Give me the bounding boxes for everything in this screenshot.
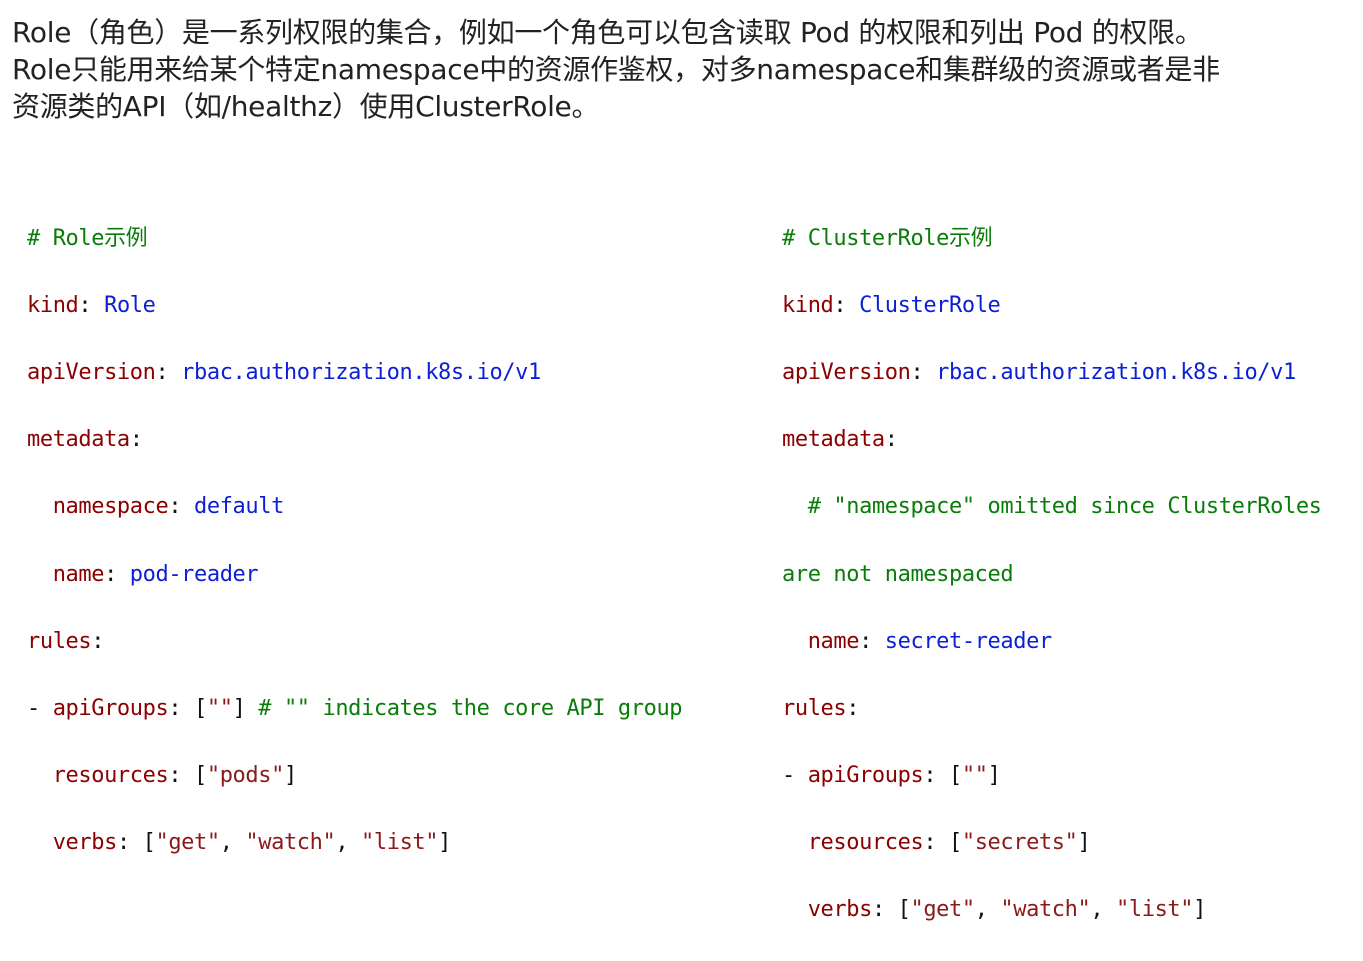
role-name-key: name <box>52 561 105 587</box>
clusterrole-name-value: secret-reader <box>884 628 1052 654</box>
intro-line-3: 资源类的API（如/healthz）使用ClusterRole。 <box>12 90 600 123</box>
role-metadata-key: metadata <box>27 427 130 453</box>
role-resources-value: "pods" <box>206 763 284 789</box>
clusterrole-verb-get: "get" <box>910 897 975 923</box>
role-name-value: pod-reader <box>129 561 259 587</box>
role-rules-key: rules <box>27 628 92 654</box>
role-resources-key: resources <box>52 763 169 789</box>
clusterrole-verb-list: "list" <box>1116 897 1194 923</box>
clusterrole-namespace-comment-2: are not namespaced <box>782 561 1014 587</box>
role-verb-get: "get" <box>155 830 220 856</box>
clusterrole-rules-key: rules <box>782 695 847 721</box>
role-apigroups-comment: # "" indicates the core API group <box>258 695 683 721</box>
role-namespace-key: namespace <box>52 494 169 520</box>
clusterrole-resources-value: "secrets" <box>961 830 1078 856</box>
role-verb-list: "list" <box>361 830 439 856</box>
clusterrole-apiversion-key: apiVersion <box>782 359 911 385</box>
role-namespace-value: default <box>194 494 284 520</box>
intro-line-2: Role只能用来给某个特定namespace中的资源作鉴权，对多namespac… <box>12 53 1220 86</box>
clusterrole-apigroups-value: "" <box>961 763 988 789</box>
role-verbs-key: verbs <box>52 830 118 856</box>
clusterrole-comment: # ClusterRole示例 <box>782 225 993 251</box>
clusterrole-apiversion-value: rbac.authorization.k8s.io/v1 <box>936 359 1296 385</box>
intro-paragraph: Role（角色）是一系列权限的集合，例如一个角色可以包含读取 Pod 的权限和列… <box>12 14 1357 125</box>
clusterrole-verbs-key: verbs <box>807 897 873 923</box>
clusterrole-kind-key: kind <box>782 292 834 318</box>
role-kind-value: Role <box>104 292 156 318</box>
clusterrole-name-key: name <box>807 628 860 654</box>
role-verb-watch: "watch" <box>245 830 336 856</box>
clusterrole-yaml-example: # ClusterRole示例 kind: ClusterRole apiVer… <box>782 225 1322 923</box>
clusterrole-resources-key: resources <box>807 830 924 856</box>
clusterrole-metadata-key: metadata <box>782 427 885 453</box>
clusterrole-namespace-comment-1: # "namespace" omitted since ClusterRoles <box>807 494 1322 520</box>
role-comment: # Role示例 <box>27 225 148 251</box>
role-apiversion-value: rbac.authorization.k8s.io/v1 <box>181 359 541 385</box>
role-apiversion-key: apiVersion <box>27 359 156 385</box>
role-apigroups-value: "" <box>206 695 233 721</box>
intro-line-1: Role（角色）是一系列权限的集合，例如一个角色可以包含读取 Pod 的权限和列… <box>12 16 1203 49</box>
role-kind-key: kind <box>27 292 79 318</box>
role-apigroups-key: apiGroups <box>52 695 169 721</box>
clusterrole-apigroups-key: apiGroups <box>807 763 924 789</box>
clusterrole-verb-watch: "watch" <box>1000 897 1091 923</box>
role-yaml-example: # Role示例 kind: Role apiVersion: rbac.aut… <box>27 225 683 856</box>
clusterrole-kind-value: ClusterRole <box>859 292 1001 318</box>
